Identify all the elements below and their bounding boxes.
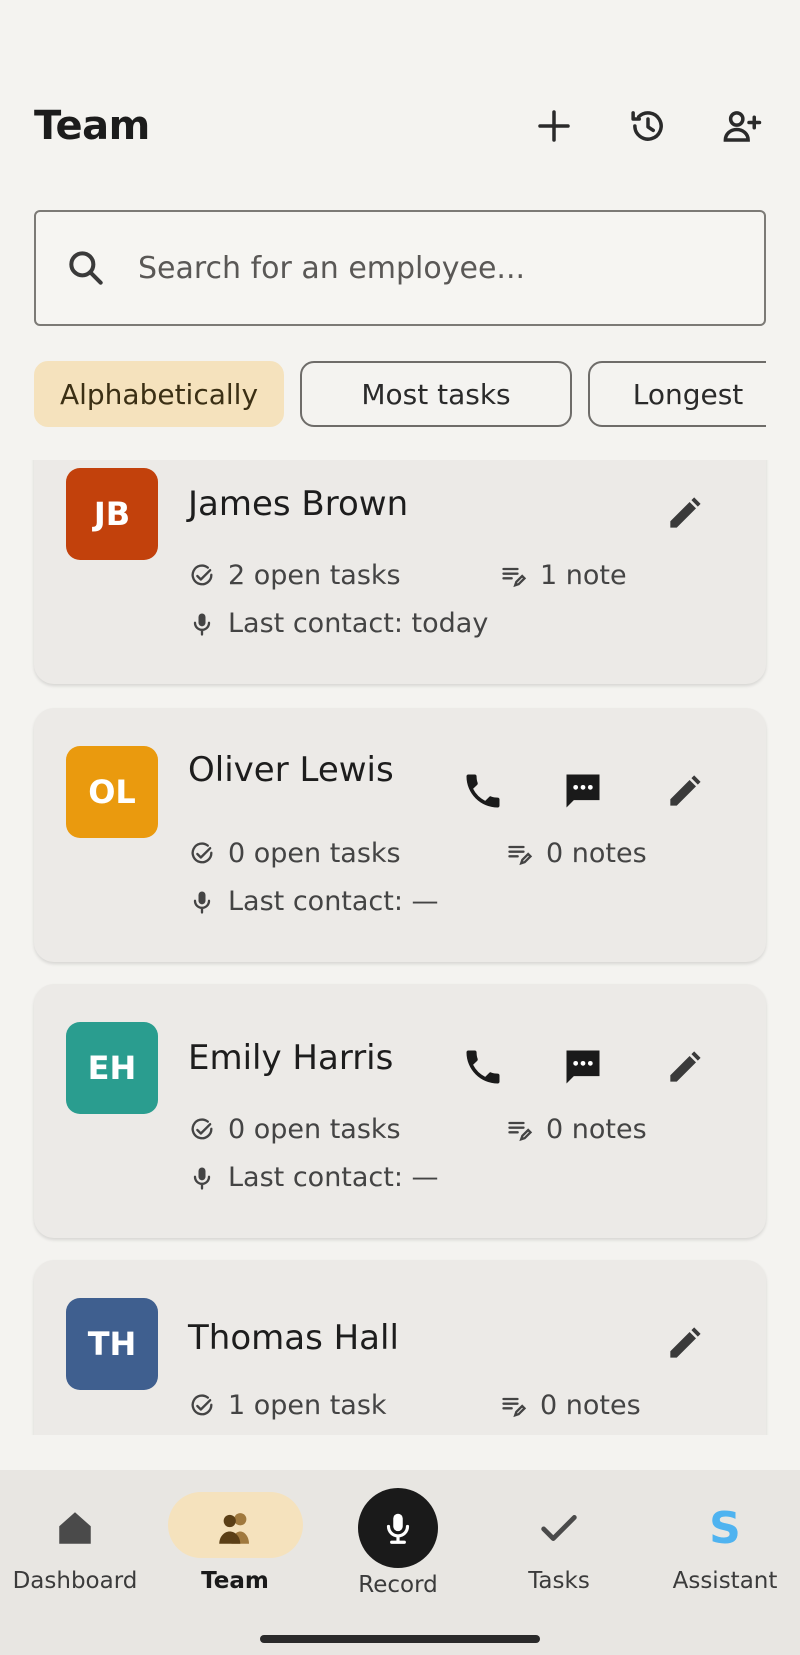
mic-icon [193, 613, 211, 636]
nav-record[interactable]: Record [323, 1488, 473, 1638]
sort-chips: Alphabetically Most tasks Longest [34, 361, 766, 429]
phone-icon[interactable] [458, 766, 508, 816]
avatar: OL [66, 746, 158, 838]
nav-assistant[interactable]: S Assistant [650, 1488, 800, 1638]
check-circle-icon [191, 563, 213, 585]
nav-dashboard[interactable]: Dashboard [0, 1488, 150, 1638]
employee-card[interactable]: TH Thomas Hall 1 open task 0 notes [34, 1260, 766, 1435]
nav-tasks[interactable]: Tasks [484, 1488, 634, 1638]
record-button[interactable] [358, 1488, 438, 1568]
tasks-count: 1 open task [188, 1390, 387, 1421]
employee-list: JB James Brown 2 open tasks 1 note Last … [0, 460, 800, 1435]
assistant-icon: S [709, 1502, 741, 1554]
mic-icon [193, 891, 211, 914]
check-icon [541, 1515, 577, 1541]
search-icon [69, 251, 103, 285]
chip-alphabetically[interactable]: Alphabetically [34, 361, 284, 427]
check-circle-icon [191, 841, 213, 863]
mic-icon [193, 1167, 211, 1190]
bottom-navigation: Dashboard Team Record Tasks S Assistant [0, 1470, 800, 1655]
edit-icon[interactable] [660, 488, 710, 538]
check-circle-icon [191, 1117, 213, 1139]
notes-icon [502, 1397, 527, 1417]
avatar: JB [66, 468, 158, 560]
edit-icon[interactable] [660, 766, 710, 816]
nav-label: Record [358, 1572, 438, 1598]
history-icon[interactable] [624, 102, 672, 150]
notes-count: 0 notes [506, 1114, 647, 1145]
nav-label: Assistant [672, 1568, 778, 1594]
last-contact: Last contact: — [188, 886, 439, 917]
tasks-count: 0 open tasks [188, 838, 401, 869]
search-input[interactable] [138, 250, 698, 286]
check-circle-icon [191, 1393, 213, 1415]
message-icon[interactable] [558, 1042, 608, 1092]
employee-card[interactable]: EH Emily Harris 0 open tasks 0 notes Las… [34, 984, 766, 1238]
notes-icon [502, 567, 527, 587]
employee-card[interactable]: OL Oliver Lewis 0 open tasks 0 notes Las… [34, 708, 766, 962]
people-icon [219, 1513, 249, 1544]
app-header: Team [34, 96, 766, 156]
employee-name: Emily Harris [188, 1038, 394, 1078]
nav-label: Dashboard [12, 1568, 138, 1594]
add-person-icon[interactable] [718, 102, 766, 150]
avatar: EH [66, 1022, 158, 1114]
home-icon [59, 1512, 91, 1544]
notes-icon [508, 845, 533, 865]
add-icon[interactable] [530, 102, 578, 150]
nav-label: Team [201, 1568, 269, 1594]
employee-name: James Brown [188, 484, 409, 524]
last-contact: Last contact: today [188, 608, 488, 639]
employee-name: Thomas Hall [188, 1318, 399, 1358]
search-box[interactable] [34, 210, 766, 326]
notes-count: 0 notes [500, 1390, 641, 1421]
message-icon[interactable] [558, 766, 608, 816]
nav-label: Tasks [528, 1568, 590, 1594]
edit-icon[interactable] [660, 1042, 710, 1092]
tasks-count: 2 open tasks [188, 560, 401, 591]
chip-most-tasks[interactable]: Most tasks [300, 361, 572, 427]
edit-icon[interactable] [660, 1318, 710, 1368]
employee-name: Oliver Lewis [188, 750, 394, 790]
tasks-count: 0 open tasks [188, 1114, 401, 1145]
notes-icon [508, 1121, 533, 1141]
avatar: TH [66, 1298, 158, 1390]
notes-count: 1 note [500, 560, 627, 591]
mic-icon [386, 1513, 410, 1544]
notes-count: 0 notes [506, 838, 647, 869]
home-indicator [260, 1635, 540, 1643]
employee-card[interactable]: JB James Brown 2 open tasks 1 note Last … [34, 460, 766, 684]
chip-longest[interactable]: Longest [588, 361, 766, 427]
nav-team[interactable]: Team [160, 1488, 310, 1638]
last-contact: Last contact: — [188, 1162, 439, 1193]
phone-icon[interactable] [458, 1042, 508, 1092]
page-title: Team [34, 103, 150, 149]
